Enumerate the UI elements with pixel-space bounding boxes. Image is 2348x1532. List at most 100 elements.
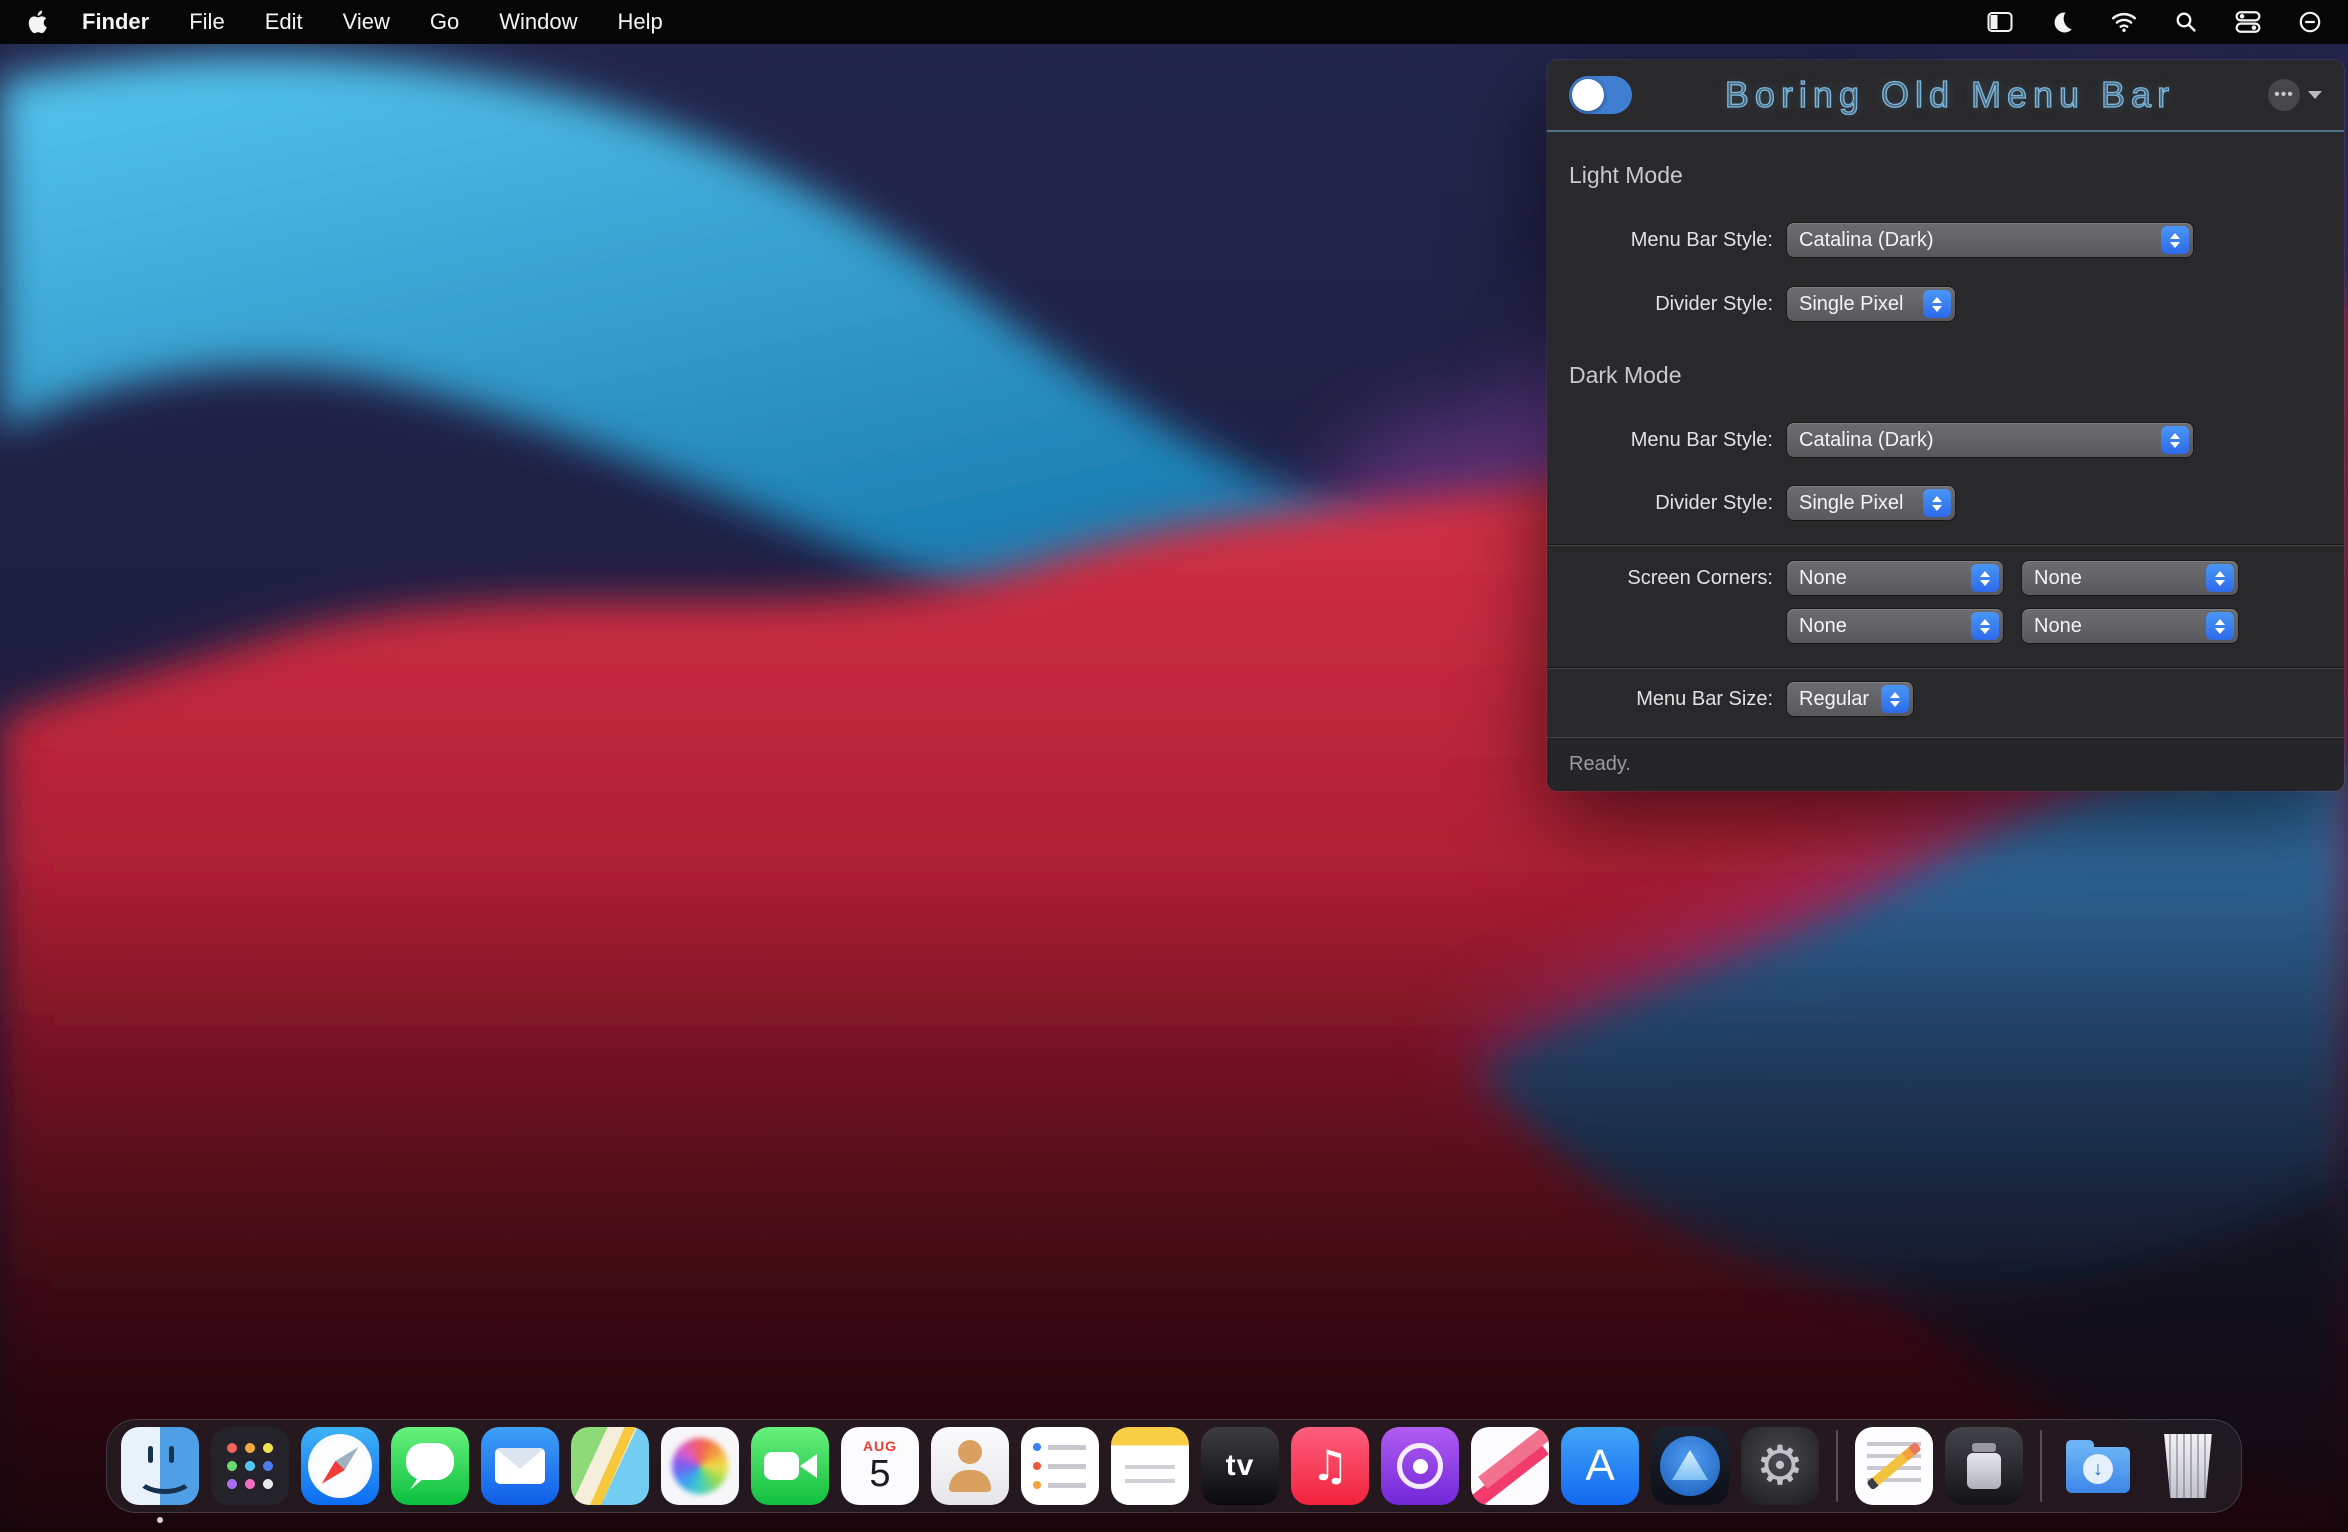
light-mode-heading: Light Mode <box>1569 162 1683 189</box>
selected-value: None <box>1799 567 1963 590</box>
mail-dock-icon[interactable] <box>481 1427 559 1505</box>
light-menu-bar-style-row: Menu Bar Style: Catalina (Dark) <box>1547 223 2344 257</box>
developer-app-dock-icon[interactable] <box>1651 1427 1729 1505</box>
selected-value: Catalina (Dark) <box>1799 429 2153 452</box>
search-icon[interactable] <box>2172 9 2200 35</box>
system-settings-dock-icon[interactable] <box>1741 1427 1819 1505</box>
finder-running-indicator <box>157 1517 163 1523</box>
stepper-icon <box>2161 226 2189 254</box>
ellipsis-icon <box>2268 79 2300 111</box>
menu-item-view[interactable]: View <box>323 9 410 35</box>
dark-divider-style-row: Divider Style: Single Pixel <box>1547 486 2344 520</box>
menu-item-finder[interactable]: Finder <box>62 9 169 35</box>
maps-dock-icon[interactable] <box>571 1427 649 1505</box>
selected-value: Catalina (Dark) <box>1799 229 2153 252</box>
stepper-icon <box>2206 612 2234 640</box>
status-bar: Ready. <box>1547 737 2344 791</box>
textedit-dock-icon[interactable] <box>1855 1427 1933 1505</box>
selected-value: None <box>1799 615 1963 638</box>
stepper-icon <box>1923 489 1951 517</box>
dark-menu-bar-style-select[interactable]: Catalina (Dark) <box>1787 423 2193 457</box>
apple-tv-dock-icon[interactable]: tv <box>1201 1427 1279 1505</box>
menu-item-edit[interactable]: Edit <box>245 9 323 35</box>
light-divider-style-select[interactable]: Single Pixel <box>1787 287 1955 321</box>
calendar-day: 5 <box>869 1455 890 1493</box>
dock-separator <box>2040 1430 2042 1502</box>
chevron-down-icon <box>2308 91 2322 99</box>
menu-bar-left: Finder File Edit View Go Window Help <box>0 9 683 35</box>
downloads-dock-icon[interactable] <box>2059 1427 2137 1505</box>
menu-bar: Finder File Edit View Go Window Help <box>0 0 2348 44</box>
divider-style-label: Divider Style: <box>1547 293 1773 316</box>
safari-dock-icon[interactable] <box>301 1427 379 1505</box>
apple-logo-icon[interactable] <box>26 9 48 35</box>
screen-corners-row-2: None None <box>1547 609 2344 643</box>
calendar-dock-icon[interactable]: AUG 5 <box>841 1427 919 1505</box>
section-divider <box>1547 668 2344 669</box>
contacts-dock-icon[interactable] <box>931 1427 1009 1505</box>
moon-icon[interactable] <box>2048 9 2076 35</box>
dark-divider-style-select[interactable]: Single Pixel <box>1787 486 1955 520</box>
dark-menu-bar-style-row: Menu Bar Style: Catalina (Dark) <box>1547 423 2344 457</box>
screen-corners-label: Screen Corners: <box>1547 567 1773 590</box>
stepper-icon <box>2206 564 2234 592</box>
launchpad-dock-icon[interactable] <box>211 1427 289 1505</box>
music-dock-icon[interactable] <box>1291 1427 1369 1505</box>
stepper-icon <box>1971 564 1999 592</box>
tv-label: tv <box>1226 1449 1255 1483</box>
selected-value: Single Pixel <box>1799 293 1915 316</box>
divider-style-label: Divider Style: <box>1547 492 1773 515</box>
menu-bar-panel-icon[interactable] <box>1986 9 2014 35</box>
selected-value: None <box>2034 615 2198 638</box>
panel-header: Boring Old Menu Bar <box>1547 60 2344 132</box>
podcasts-dock-icon[interactable] <box>1381 1427 1459 1505</box>
selected-value: Regular <box>1799 688 1873 711</box>
photos-dock-icon[interactable] <box>661 1427 739 1505</box>
finder-dock-icon[interactable] <box>121 1427 199 1505</box>
stepper-icon <box>1971 612 1999 640</box>
news-dock-icon[interactable] <box>1471 1427 1549 1505</box>
status-text: Ready. <box>1569 753 1631 776</box>
control-center-icon[interactable] <box>2234 9 2262 35</box>
screen-corners-row-1: Screen Corners: None None <box>1547 561 2344 595</box>
stepper-icon <box>2161 426 2189 454</box>
screen-corner-top-left-select[interactable]: None <box>1787 561 2003 595</box>
menu-bar-style-label: Menu Bar Style: <box>1547 229 1773 252</box>
screen-corner-bottom-right-select[interactable]: None <box>2022 609 2238 643</box>
stepper-icon <box>1923 290 1951 318</box>
dock-separator <box>1836 1430 1838 1502</box>
app-store-dock-icon[interactable]: A <box>1561 1427 1639 1505</box>
dock: AUG 5 tv A <box>106 1419 2242 1513</box>
messages-dock-icon[interactable] <box>391 1427 469 1505</box>
calendar-month: AUG <box>863 1438 897 1454</box>
menu-bar-style-label: Menu Bar Style: <box>1547 429 1773 452</box>
stepper-icon <box>1881 685 1909 713</box>
reminders-dock-icon[interactable] <box>1021 1427 1099 1505</box>
menu-item-window[interactable]: Window <box>479 9 597 35</box>
boring-old-menu-bar-panel: Boring Old Menu Bar Light Mode Menu Bar … <box>1547 60 2344 791</box>
app-store-letter: A <box>1585 1444 1614 1488</box>
download-arrow-icon <box>2083 1454 2113 1484</box>
section-divider <box>1547 545 2344 546</box>
screen-corner-top-right-select[interactable]: None <box>2022 561 2238 595</box>
menu-bar-size-label: Menu Bar Size: <box>1547 688 1773 711</box>
menu-item-file[interactable]: File <box>169 9 244 35</box>
selected-value: None <box>2034 567 2198 590</box>
wifi-icon[interactable] <box>2110 9 2138 35</box>
user-circle-icon[interactable] <box>2296 9 2324 35</box>
light-menu-bar-style-select[interactable]: Catalina (Dark) <box>1787 223 2193 257</box>
light-divider-style-row: Divider Style: Single Pixel <box>1547 287 2344 321</box>
more-options-button[interactable] <box>2268 79 2322 111</box>
utility-jar-dock-icon[interactable] <box>1945 1427 2023 1505</box>
trash-dock-icon[interactable] <box>2149 1427 2227 1505</box>
menu-bar-size-select[interactable]: Regular <box>1787 682 1913 716</box>
menu-item-go[interactable]: Go <box>410 9 479 35</box>
screen-corner-bottom-left-select[interactable]: None <box>1787 609 2003 643</box>
facetime-dock-icon[interactable] <box>751 1427 829 1505</box>
panel-title: Boring Old Menu Bar <box>1632 74 2268 116</box>
enable-toggle[interactable] <box>1569 76 1632 114</box>
menu-item-help[interactable]: Help <box>598 9 683 35</box>
menu-bar-size-row: Menu Bar Size: Regular <box>1547 682 2344 716</box>
notes-dock-icon[interactable] <box>1111 1427 1189 1505</box>
selected-value: Single Pixel <box>1799 492 1915 515</box>
